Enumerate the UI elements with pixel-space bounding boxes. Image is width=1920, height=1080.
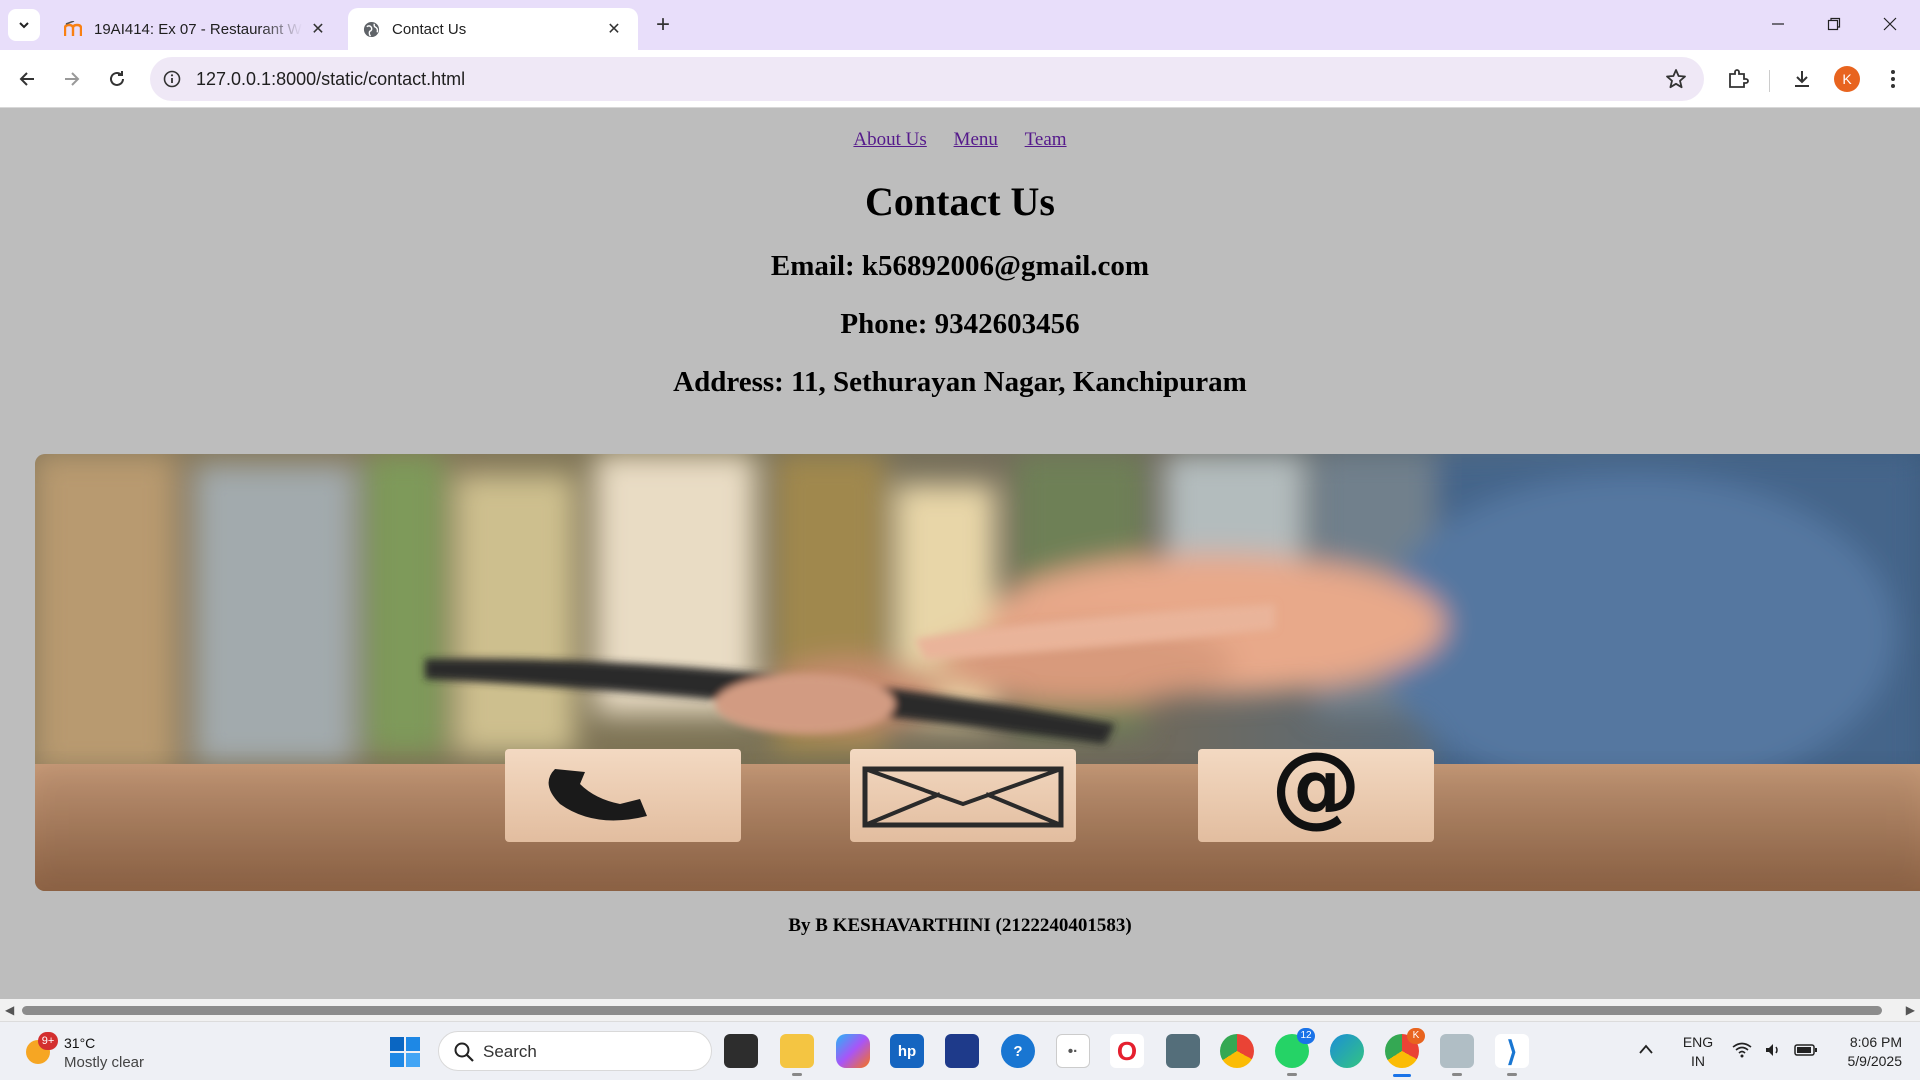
download-icon [1795,71,1809,87]
region-code: IN [1691,1053,1705,1069]
weather-condition: Mostly clear [64,1054,145,1071]
reload-icon [110,71,124,86]
puzzle-icon [1729,69,1749,88]
chevron-down-icon [19,22,29,29]
browser-toolbar: 127.0.0.1:8000/static/contact.html [0,50,1920,108]
opera-icon[interactable]: O [1110,1034,1144,1068]
whatsapp-badge: 12 [1297,1028,1315,1044]
site-nav: About Us Menu Team [0,129,1920,151]
taskbar-search[interactable]: Search [438,1031,712,1071]
close-window-button[interactable] [1862,0,1918,48]
nav-link-menu[interactable]: Menu [954,129,998,150]
svg-text:@: @ [1271,733,1361,838]
search-icon [454,1042,474,1062]
whatsapp-icon[interactable]: 12 [1275,1028,1315,1076]
battery-icon [1794,1044,1817,1056]
clock-time: 8:06 PM [1849,1034,1902,1050]
bookmark-star-icon[interactable] [1664,67,1688,91]
horizontal-scrollbar[interactable]: ◀ ▶ [0,999,1920,1021]
microsoft-store-icon[interactable] [945,1034,979,1068]
nav-link-about-us[interactable]: About Us [853,129,926,150]
clock[interactable]: 8:06 PM 5/9/2025 [1832,1022,1903,1080]
edge-icon[interactable] [1330,1034,1364,1068]
tab-title: Contact Us [392,20,467,38]
vscode-icon[interactable]: ⟩ [1495,1034,1529,1076]
chrome-profile-badge: K [1407,1028,1425,1044]
arrow-right-icon [65,72,80,86]
page-title: Contact Us [865,179,1055,224]
moodle-icon [64,20,82,38]
file-explorer-icon[interactable] [780,1034,814,1076]
running-indicator [792,1073,802,1076]
nav-link-team[interactable]: Team [1025,129,1067,150]
myhp-icon[interactable]: hp [890,1034,924,1068]
scroll-right-arrow-icon[interactable]: ▶ [1906,1003,1915,1017]
windows-logo-icon [390,1037,420,1067]
tab-search-button[interactable] [8,9,40,41]
copilot-icon[interactable] [836,1034,870,1068]
restore-button[interactable] [1806,0,1862,48]
close-icon [1883,17,1897,31]
downloads-button[interactable] [1787,64,1817,94]
running-indicator [1287,1073,1297,1076]
back-button[interactable] [10,62,44,96]
language-indicator[interactable]: ENG IN [1680,1022,1716,1080]
reload-button[interactable] [100,62,134,96]
extensions-button[interactable] [1723,64,1753,94]
address-bar[interactable]: 127.0.0.1:8000/static/contact.html [150,57,1704,101]
info-icon[interactable] [160,67,184,91]
scroll-left-arrow-icon[interactable]: ◀ [5,1003,14,1017]
chrome-profile-icon[interactable]: K [1385,1028,1425,1077]
globe-icon [362,20,380,38]
system-tray[interactable] [1732,1022,1822,1080]
tab-contact-us[interactable]: Contact Us ✕ [348,8,638,50]
chrome-menu-button[interactable] [1878,64,1908,94]
contact-phone: Phone: 9342603456 [840,308,1080,340]
active-indicator [1393,1074,1411,1077]
contact-email: Email: k56892006@gmail.com [770,250,1150,282]
minimize-icon [1772,23,1784,25]
url-text[interactable]: 127.0.0.1:8000/static/contact.html [196,69,465,90]
scrollbar-thumb[interactable] [22,1006,1882,1015]
show-hidden-icons-button[interactable] [1638,1022,1660,1080]
wifi-icon [1732,1042,1752,1058]
search-label: Search [483,1042,537,1061]
tab-strip: 19AI414: Ex 07 - Restaurant We ✕ Contact… [0,0,1920,50]
running-indicator [1452,1073,1462,1076]
language-code: ENG [1682,1034,1714,1050]
forward-button[interactable] [55,62,89,96]
clock-date: 5/9/2025 [1847,1053,1903,1069]
volume-icon [1766,1044,1778,1056]
contact-address: Address: 11, Sethurayan Nagar, Kanchipur… [673,366,1247,398]
weather-temp: 31°C [64,1035,96,1051]
tab-title: 19AI414: Ex 07 - Restaurant We [94,20,302,38]
tab-restaurant[interactable]: 19AI414: Ex 07 - Restaurant We ✕ [50,8,342,50]
arrow-left-icon [19,72,34,86]
new-tab-button[interactable]: + [650,11,676,38]
profile-avatar[interactable]: K [1834,66,1860,92]
windows-taskbar: 9+ 31°C Mostly clear Search hp ? •· O 12… [0,1021,1920,1080]
recycle-bin-icon[interactable] [1440,1034,1474,1076]
task-view-icon[interactable] [724,1034,758,1068]
contact-hero-image: @ [35,454,1920,891]
page-footer-credit: By B KESHAVARTHINI (2122240401583) [788,915,1132,936]
terminal-icon[interactable] [1166,1034,1200,1068]
dots-app-icon[interactable]: •· [1056,1034,1090,1068]
start-button[interactable] [390,1037,420,1067]
toolbar-divider [1769,70,1770,92]
get-help-icon[interactable]: ? [1001,1034,1035,1068]
notification-badge: 9+ [38,1032,58,1050]
chevron-up-icon [1639,1044,1653,1054]
running-indicator [1507,1073,1517,1076]
close-icon[interactable]: ✕ [308,19,328,39]
close-icon[interactable]: ✕ [604,19,624,39]
weather-widget[interactable]: 9+ 31°C Mostly clear [22,1032,182,1072]
restore-icon [1827,17,1841,31]
more-vertical-icon [1891,70,1895,88]
minimize-button[interactable] [1750,0,1806,48]
page-content: About Us Menu Team Contact Us Email: k56… [0,109,1920,999]
chrome-icon[interactable] [1220,1034,1254,1068]
